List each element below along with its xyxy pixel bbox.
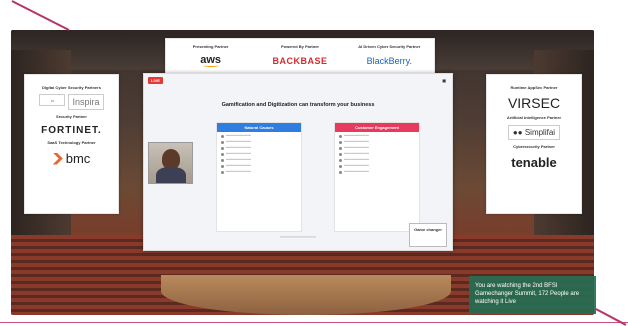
bullet-text: ━━━━━━━━━━━━━━━━ bbox=[344, 170, 369, 173]
bullet-text: ━━━━━━━━━━━━━━━━ bbox=[226, 134, 251, 137]
security-partner-title: Security Partner bbox=[56, 114, 87, 119]
bullet-text: ━━━━━━━━━━━━━━━━ bbox=[344, 146, 369, 149]
bullet-icon bbox=[339, 153, 342, 156]
list-item: ━━━━━━━━━━━━━━━━ bbox=[217, 168, 301, 174]
powered-partner-title: Powered By Partner bbox=[280, 44, 319, 49]
bullet-icon bbox=[339, 159, 342, 162]
bullet-icon bbox=[339, 135, 342, 138]
simplifai-logo[interactable]: ●● Simplifai bbox=[507, 125, 561, 140]
decorative-line-bottom bbox=[0, 322, 628, 324]
summit-badge: Game changer bbox=[409, 223, 447, 247]
bullet-icon bbox=[221, 147, 224, 150]
bullet-text: ━━━━━━━━━━━━━━━━ bbox=[226, 164, 251, 167]
simplifai-logo-text: Simplifai bbox=[524, 128, 556, 137]
bullet-icon bbox=[221, 135, 224, 138]
list-item: ━━━━━━━━━━━━━━━━ bbox=[335, 168, 419, 174]
bullet-icon bbox=[339, 171, 342, 174]
digital-partner-logos: ▭ Inspira bbox=[29, 94, 114, 110]
bmc-logo-text: bmc bbox=[65, 151, 91, 166]
fortinet-logo[interactable]: FORTINET. bbox=[29, 125, 114, 136]
digital-partner-logo[interactable]: ▭ bbox=[39, 94, 66, 106]
ai-partner-title: Artificial Intelligence Partner bbox=[506, 115, 562, 120]
live-badge: LIVE bbox=[148, 77, 163, 84]
bullet-text: ━━━━━━━━━━━━━━━━ bbox=[226, 170, 251, 173]
digital-partners-title: Digital Cyber Security Partners bbox=[42, 85, 101, 90]
bullet-icon bbox=[221, 141, 224, 144]
aws-smile-icon bbox=[202, 64, 219, 67]
bmc-mark-icon bbox=[52, 152, 63, 165]
speaker-video[interactable] bbox=[148, 142, 193, 184]
right-column-title: Customer Engagement bbox=[335, 123, 419, 132]
presentation-screen[interactable]: LIVE ▣ Gamification and Digitization can… bbox=[143, 73, 453, 251]
powered-partner: Powered By Partner BACKBASE bbox=[256, 44, 344, 66]
bullet-text: ━━━━━━━━━━━━━━━━ bbox=[226, 152, 251, 155]
right-partner-board: Runtime AppSec Partner VIRSEC Artificial… bbox=[486, 74, 582, 214]
bullet-text: ━━━━━━━━━━━━━━━━ bbox=[226, 140, 251, 143]
blackberry-logo[interactable]: BlackBerry. bbox=[367, 56, 412, 66]
bullet-text: ━━━━━━━━━━━━━━━━ bbox=[344, 134, 369, 137]
bullet-icon bbox=[339, 147, 342, 150]
speaker-body bbox=[156, 167, 186, 183]
virsec-logo[interactable]: VIRSEC bbox=[491, 95, 577, 111]
tenable-logo[interactable]: tenable bbox=[491, 155, 577, 170]
left-partner-board: Digital Cyber Security Partners ▭ Inspir… bbox=[24, 74, 119, 214]
slide-title: Gamification and Digitization can transf… bbox=[221, 102, 375, 108]
bmc-logo[interactable]: bmc bbox=[29, 151, 114, 166]
bullet-icon bbox=[339, 165, 342, 168]
slide-right-column: Customer Engagement ━━━━━━━━━━━━━━━━ ━━━… bbox=[334, 122, 420, 232]
inspira-logo[interactable]: Inspira bbox=[68, 94, 104, 110]
bullet-text: ━━━━━━━━━━━━━━━━ bbox=[344, 158, 369, 161]
bullet-text: ━━━━━━━━━━━━━━━━ bbox=[344, 140, 369, 143]
bullet-text: ━━━━━━━━━━━━━━━━ bbox=[226, 146, 251, 149]
presenting-partner-title: Presenting Partner bbox=[192, 44, 229, 49]
bullet-text: ━━━━━━━━━━━━━━━━ bbox=[344, 152, 369, 155]
backbase-logo[interactable]: BACKBASE bbox=[272, 56, 327, 66]
ai-security-partner-title: AI Driven Cyber Security Partner bbox=[358, 44, 421, 49]
bullet-icon bbox=[221, 165, 224, 168]
live-viewers-banner: You are watching the 2nd BFSI Gamechange… bbox=[469, 276, 596, 314]
bullet-text: ━━━━━━━━━━━━━━━━ bbox=[344, 164, 369, 167]
presenting-partner: Presenting Partner aws bbox=[166, 44, 254, 67]
ai-security-partner: AI Driven Cyber Security Partner BlackBe… bbox=[345, 44, 433, 66]
bullet-icon bbox=[221, 171, 224, 174]
bullet-icon bbox=[339, 141, 342, 144]
bullet-icon bbox=[221, 153, 224, 156]
simplifai-dots-icon: ●● bbox=[512, 128, 523, 137]
cyber-partner-title: Cybersecurity Partner bbox=[513, 144, 555, 149]
speaker-head bbox=[162, 149, 180, 169]
slide-left-column: Natural Causes ━━━━━━━━━━━━━━━━ ━━━━━━━━… bbox=[216, 122, 302, 232]
left-column-title: Natural Causes bbox=[217, 123, 301, 132]
slide-footer: ━━━━━━━━━━━━━━━━━━━━ bbox=[279, 235, 317, 239]
saas-partner-title: SaaS Technology Partner bbox=[47, 140, 96, 145]
bullet-text: ━━━━━━━━━━━━━━━━ bbox=[226, 158, 251, 161]
bullet-icon bbox=[221, 159, 224, 162]
slide-corner-logo: ▣ bbox=[442, 78, 446, 83]
decorative-line-top-left bbox=[11, 0, 70, 31]
runtime-partner-title: Runtime AppSec Partner bbox=[510, 85, 558, 90]
